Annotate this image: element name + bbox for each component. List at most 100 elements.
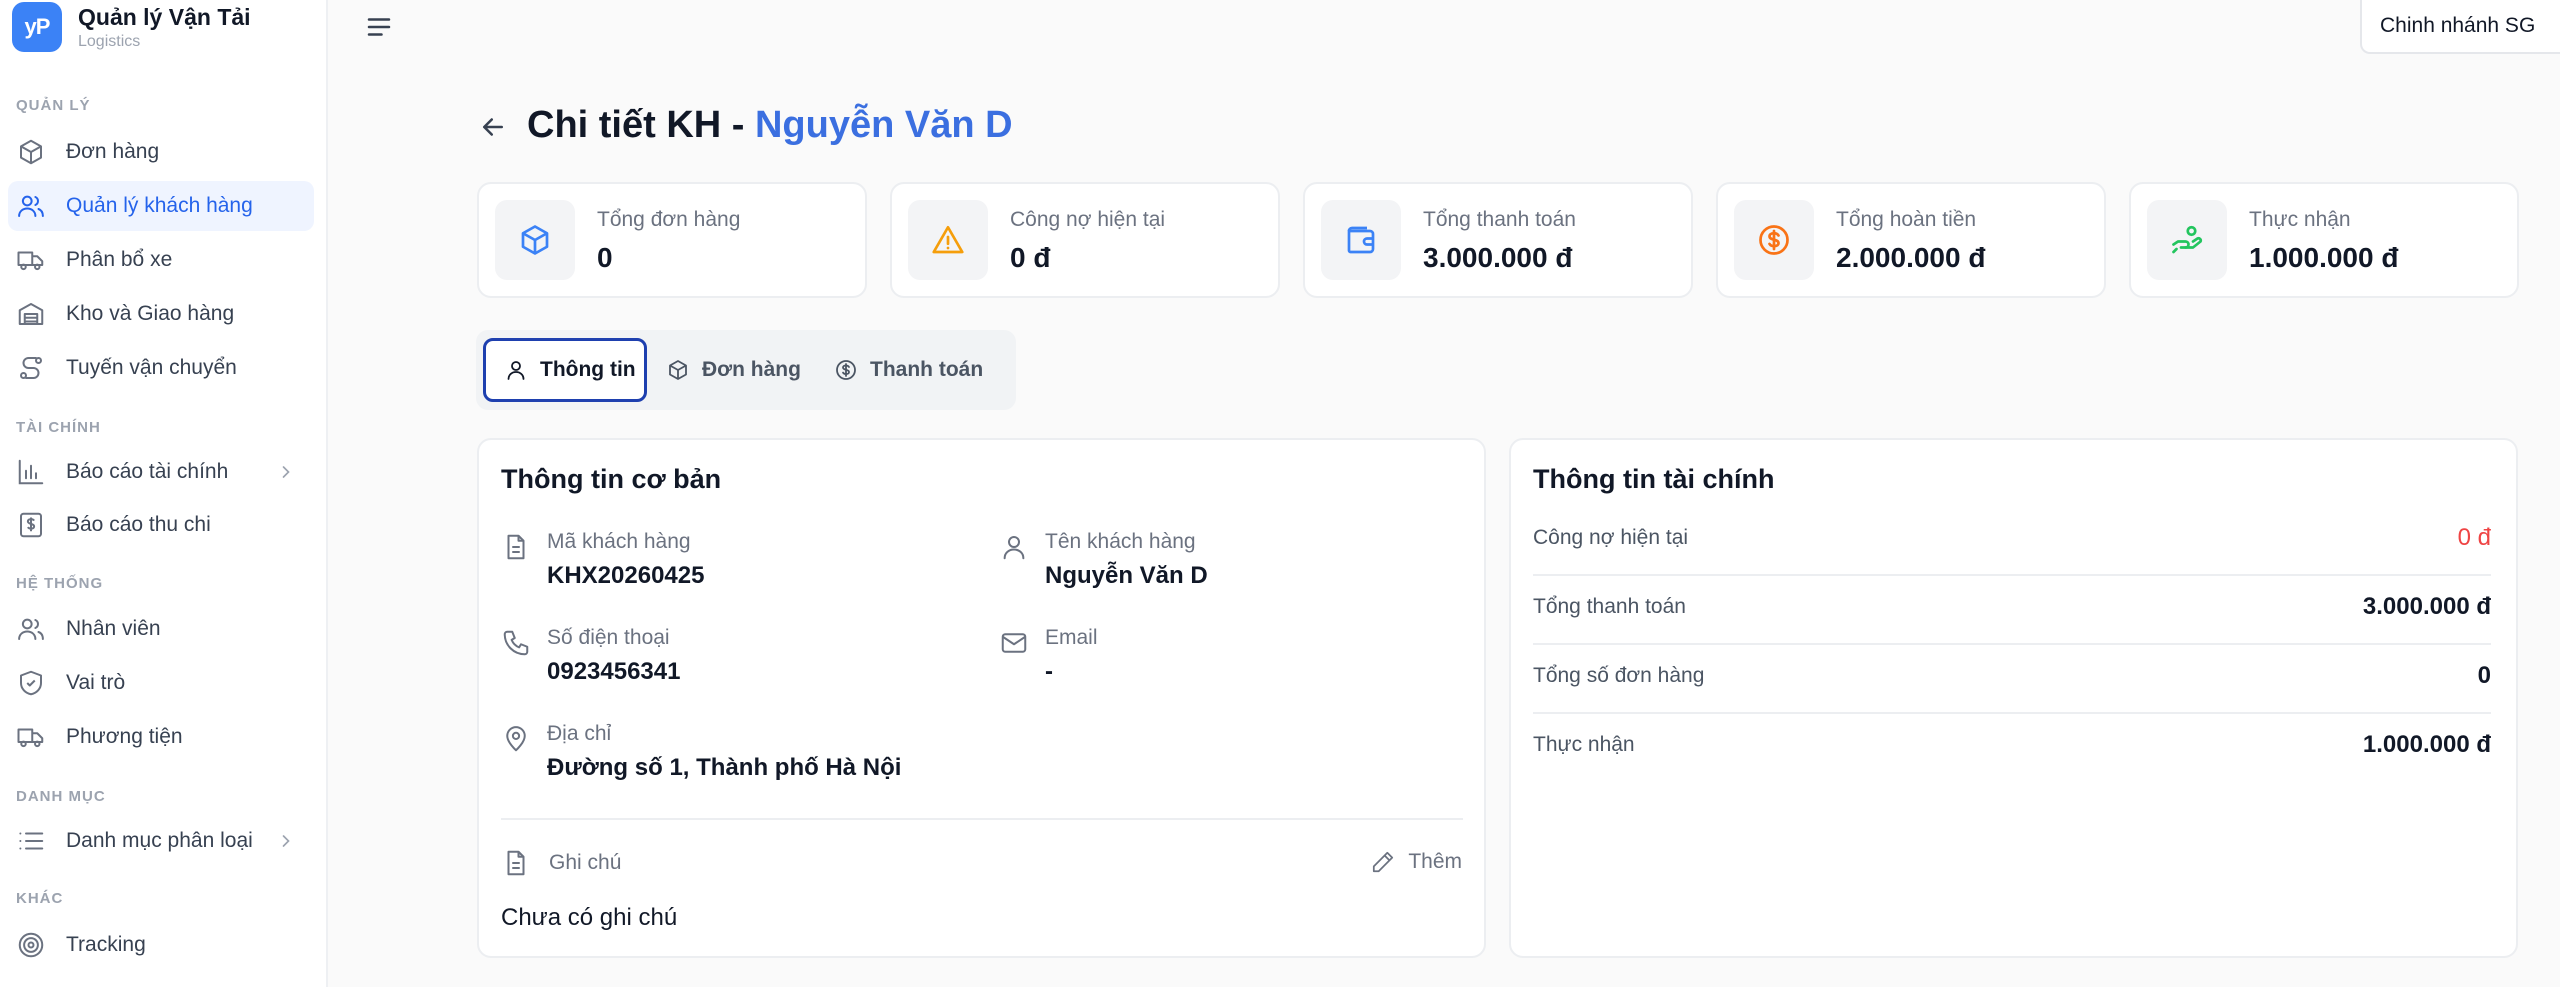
back-arrow-icon[interactable] bbox=[478, 112, 508, 142]
stat-value: 2.000.000 đ bbox=[1836, 242, 1986, 273]
finance-row-total-payment: Tổng thanh toán 3.000.000 đ bbox=[1533, 577, 2491, 645]
document-icon bbox=[507, 534, 525, 560]
tab-payments[interactable]: Thanh toán bbox=[816, 338, 1006, 402]
route-icon bbox=[20, 357, 42, 379]
menu-icon[interactable] bbox=[364, 12, 394, 42]
finance-row-value: 0 bbox=[2477, 662, 2491, 689]
user-icon bbox=[1003, 536, 1025, 560]
users-icon bbox=[18, 195, 44, 217]
finance-row-total-orders: Tổng số đơn hàng 0 bbox=[1533, 646, 2491, 714]
shield-icon bbox=[20, 670, 42, 696]
sidebar: yP Quản lý Vận Tải Logistics QUẢN LÝ Đơn… bbox=[0, 0, 328, 987]
document-icon bbox=[507, 850, 525, 876]
field-label: Địa chỉ bbox=[547, 722, 612, 745]
tab-orders[interactable]: Đơn hàng bbox=[648, 338, 818, 402]
sidebar-item-orders[interactable]: Đơn hàng bbox=[8, 127, 314, 177]
stat-card-total-payment: Tổng thanh toán 3.000.000 đ bbox=[1303, 182, 1693, 298]
stat-value: 0 đ bbox=[1010, 242, 1051, 273]
sidebar-item-label: Báo cáo thu chi bbox=[66, 513, 211, 536]
package-icon bbox=[20, 139, 42, 165]
finance-row-label: Thực nhận bbox=[1533, 733, 1635, 756]
package-icon bbox=[669, 360, 687, 380]
add-note-button[interactable]: Thêm bbox=[1370, 849, 1462, 875]
field-value: KHX20260425 bbox=[547, 562, 705, 589]
finance-row-net-received: Thực nhận 1.000.000 đ bbox=[1533, 715, 2491, 783]
sidebar-item-staff[interactable]: Nhân viên bbox=[8, 604, 314, 654]
warehouse-icon bbox=[18, 303, 44, 325]
field-value: 0923456341 bbox=[547, 658, 681, 685]
field-value: - bbox=[1045, 658, 1053, 685]
sidebar-item-label: Kho và Giao hàng bbox=[66, 302, 235, 325]
sidebar-item-vehicle-allocation[interactable]: Phân bổ xe bbox=[8, 235, 314, 285]
sidebar-item-label: Phân bổ xe bbox=[66, 248, 173, 271]
box-icon bbox=[521, 225, 549, 255]
finance-panel: Thông tin tài chính Công nợ hiện tại 0 đ… bbox=[1509, 438, 2518, 958]
sidebar-item-label: Tuyến vận chuyển bbox=[66, 356, 237, 379]
sidebar-item-label: Danh mục phân loại bbox=[66, 829, 253, 852]
section-system: HỆ THỐNG bbox=[16, 575, 104, 592]
users-icon bbox=[18, 618, 44, 640]
finance-row-value: 1.000.000 đ bbox=[2362, 731, 2491, 758]
tab-label: Thông tin bbox=[540, 358, 636, 381]
list-icon bbox=[19, 832, 44, 850]
add-note-label: Thêm bbox=[1408, 850, 1462, 873]
tab-bar: Thông tin Đơn hàng Thanh toán bbox=[476, 330, 1016, 410]
stat-card-total-refund: Tổng hoàn tiền 2.000.000 đ bbox=[1716, 182, 2106, 298]
truck-icon bbox=[17, 728, 44, 748]
sidebar-item-tracking[interactable]: Tracking bbox=[8, 920, 314, 970]
mail-icon bbox=[1001, 633, 1027, 653]
sidebar-item-income-expense[interactable]: Báo cáo thu chi bbox=[8, 500, 314, 550]
branch-selector[interactable]: Chinh nhánh SG bbox=[2360, 0, 2560, 54]
finance-title: Thông tin tài chính bbox=[1533, 464, 1775, 494]
brand[interactable]: yP Quản lý Vận Tải Logistics bbox=[12, 2, 251, 52]
page-title: Chi tiết KH - Nguyễn Văn D bbox=[527, 104, 1013, 147]
section-categories: DANH MỤC bbox=[16, 788, 106, 805]
map-pin-icon bbox=[506, 726, 526, 752]
user-icon bbox=[507, 361, 525, 380]
stat-card-current-debt: Công nợ hiện tại 0 đ bbox=[890, 182, 1280, 298]
brand-subtitle: Logistics bbox=[78, 33, 141, 50]
logo: yP bbox=[12, 2, 62, 52]
sidebar-item-label: Quản lý khách hàng bbox=[66, 194, 253, 217]
basic-info-title: Thông tin cơ bản bbox=[501, 464, 722, 494]
stat-label: Công nợ hiện tại bbox=[1010, 208, 1166, 231]
field-value: Nguyễn Văn D bbox=[1045, 562, 1208, 589]
sidebar-item-label: Đơn hàng bbox=[66, 140, 160, 163]
divider bbox=[501, 818, 1463, 820]
stat-value: 0 bbox=[597, 242, 613, 273]
section-other: KHÁC bbox=[16, 890, 64, 907]
finance-row-value: 0 đ bbox=[2457, 524, 2491, 551]
truck-icon bbox=[17, 251, 44, 271]
sidebar-item-roles[interactable]: Vai trò bbox=[8, 658, 314, 708]
sidebar-item-customers[interactable]: Quản lý khách hàng bbox=[8, 181, 314, 231]
basic-info-panel: Thông tin cơ bản Mã khách hàng KHX202604… bbox=[477, 438, 1486, 958]
chevron-right-icon bbox=[282, 835, 290, 847]
section-finance: TÀI CHÍNH bbox=[16, 419, 101, 436]
tab-info[interactable]: Thông tin bbox=[483, 338, 647, 402]
stat-label: Tổng thanh toán bbox=[1423, 208, 1576, 231]
stat-card-total-orders: Tổng đơn hàng 0 bbox=[477, 182, 867, 298]
field-email: Email - bbox=[999, 626, 1459, 696]
stat-label: Tổng đơn hàng bbox=[597, 208, 741, 231]
field-label: Tên khách hàng bbox=[1045, 530, 1196, 553]
wallet-icon bbox=[1347, 226, 1375, 254]
chevron-right-icon bbox=[282, 466, 290, 478]
stat-label: Thực nhận bbox=[2249, 208, 2351, 231]
sidebar-item-label: Vai trò bbox=[66, 671, 126, 694]
sidebar-item-routes[interactable]: Tuyến vận chuyển bbox=[8, 343, 314, 393]
sidebar-item-finance-report[interactable]: Báo cáo tài chính bbox=[8, 447, 314, 497]
sidebar-item-label: Tracking bbox=[66, 933, 146, 956]
section-management: QUẢN LÝ bbox=[16, 97, 91, 114]
dollar-circle-icon bbox=[1759, 225, 1789, 255]
finance-row-label: Công nợ hiện tại bbox=[1533, 526, 1689, 549]
field-label: Số điện thoại bbox=[547, 626, 670, 649]
sidebar-item-category-list[interactable]: Danh mục phân loại bbox=[8, 816, 314, 866]
finance-row-value: 3.000.000 đ bbox=[2362, 593, 2491, 620]
receipt-icon bbox=[20, 512, 42, 538]
field-customer-code: Mã khách hàng KHX20260425 bbox=[501, 530, 961, 600]
sidebar-item-label: Báo cáo tài chính bbox=[66, 460, 229, 483]
tab-label: Đơn hàng bbox=[702, 358, 801, 381]
sidebar-item-vehicles[interactable]: Phương tiện bbox=[8, 712, 314, 762]
sidebar-item-warehouse[interactable]: Kho và Giao hàng bbox=[8, 289, 314, 339]
finance-row-current-debt: Công nợ hiện tại 0 đ bbox=[1533, 508, 2491, 576]
